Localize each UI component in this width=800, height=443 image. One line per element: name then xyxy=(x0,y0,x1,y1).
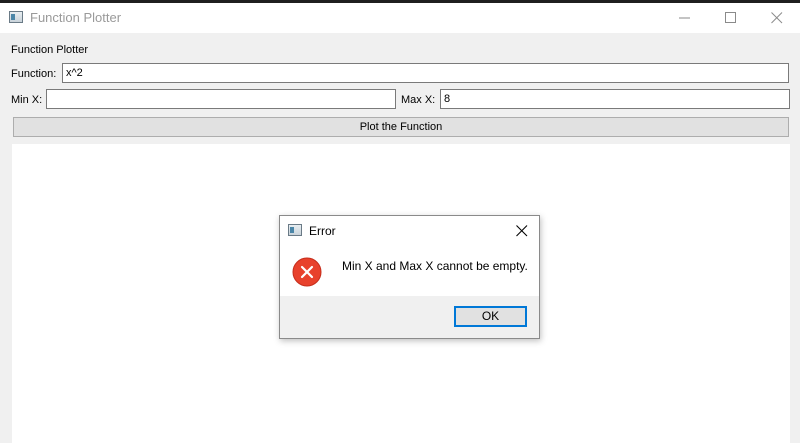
close-button[interactable] xyxy=(754,3,800,33)
maximize-button[interactable] xyxy=(708,3,754,33)
window-title: Function Plotter xyxy=(30,10,122,25)
plot-function-button[interactable]: Plot the Function xyxy=(13,117,789,137)
ok-button[interactable]: OK xyxy=(454,306,527,327)
dialog-body: Min X and Max X cannot be empty. xyxy=(280,246,539,296)
close-icon xyxy=(771,12,783,24)
function-label: Function: xyxy=(11,68,57,80)
minimize-button[interactable] xyxy=(662,3,708,33)
max-x-label: Max X: xyxy=(401,94,436,106)
minimize-icon xyxy=(679,17,690,19)
close-icon xyxy=(516,225,528,237)
min-x-input[interactable] xyxy=(46,89,396,109)
maximize-icon xyxy=(725,12,736,23)
error-icon xyxy=(292,257,322,287)
dialog-close-button[interactable] xyxy=(513,222,531,240)
max-x-input[interactable]: 8 xyxy=(440,89,790,109)
app-window-icon xyxy=(9,11,23,23)
error-dialog: Error Min X and Max X cannot be empty. O… xyxy=(279,215,540,339)
function-input[interactable]: x^2 xyxy=(62,63,789,83)
dialog-title-bar[interactable]: Error xyxy=(280,216,539,246)
title-bar[interactable]: Function Plotter xyxy=(0,3,800,33)
dialog-window-icon xyxy=(288,224,302,236)
dialog-title: Error xyxy=(309,224,336,238)
dialog-message: Min X and Max X cannot be empty. xyxy=(342,259,528,273)
app-heading: Function Plotter xyxy=(11,44,89,56)
min-x-label: Min X: xyxy=(11,94,43,106)
